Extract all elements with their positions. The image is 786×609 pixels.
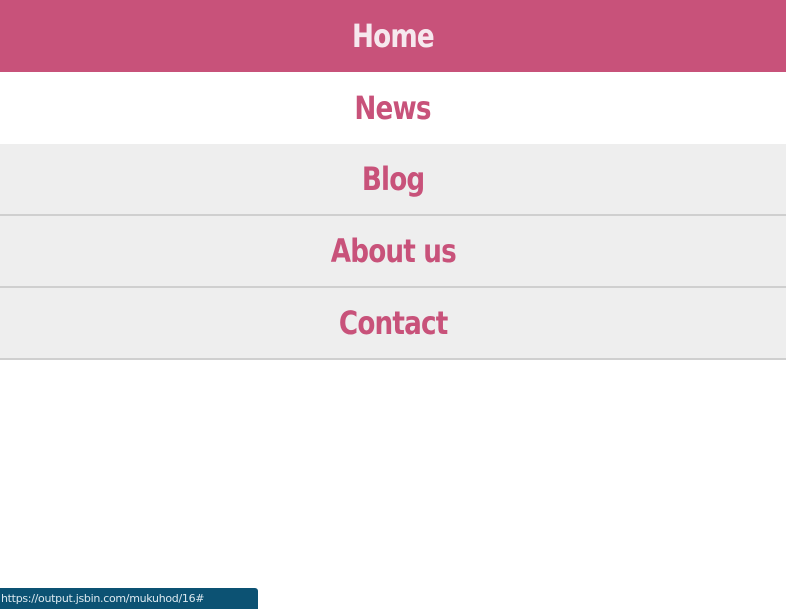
nav-item-blog[interactable]: Blog: [0, 144, 786, 216]
nav-item-label: Blog: [361, 160, 425, 198]
nav-item-label: About us: [330, 232, 456, 270]
browser-status-bar: https://output.jsbin.com/mukuhod/16#: [0, 588, 258, 609]
nav-item-home[interactable]: Home: [0, 0, 786, 72]
nav-item-news[interactable]: News: [0, 72, 786, 144]
status-bar-url: https://output.jsbin.com/mukuhod/16#: [1, 592, 205, 605]
nav-item-about-us[interactable]: About us: [0, 216, 786, 288]
nav-item-label: Home: [352, 17, 435, 55]
nav-item-label: News: [354, 89, 432, 127]
nav-item-label: Contact: [338, 304, 448, 342]
main-nav-menu: Home News Blog About us Contact: [0, 0, 786, 360]
nav-item-contact[interactable]: Contact: [0, 288, 786, 360]
